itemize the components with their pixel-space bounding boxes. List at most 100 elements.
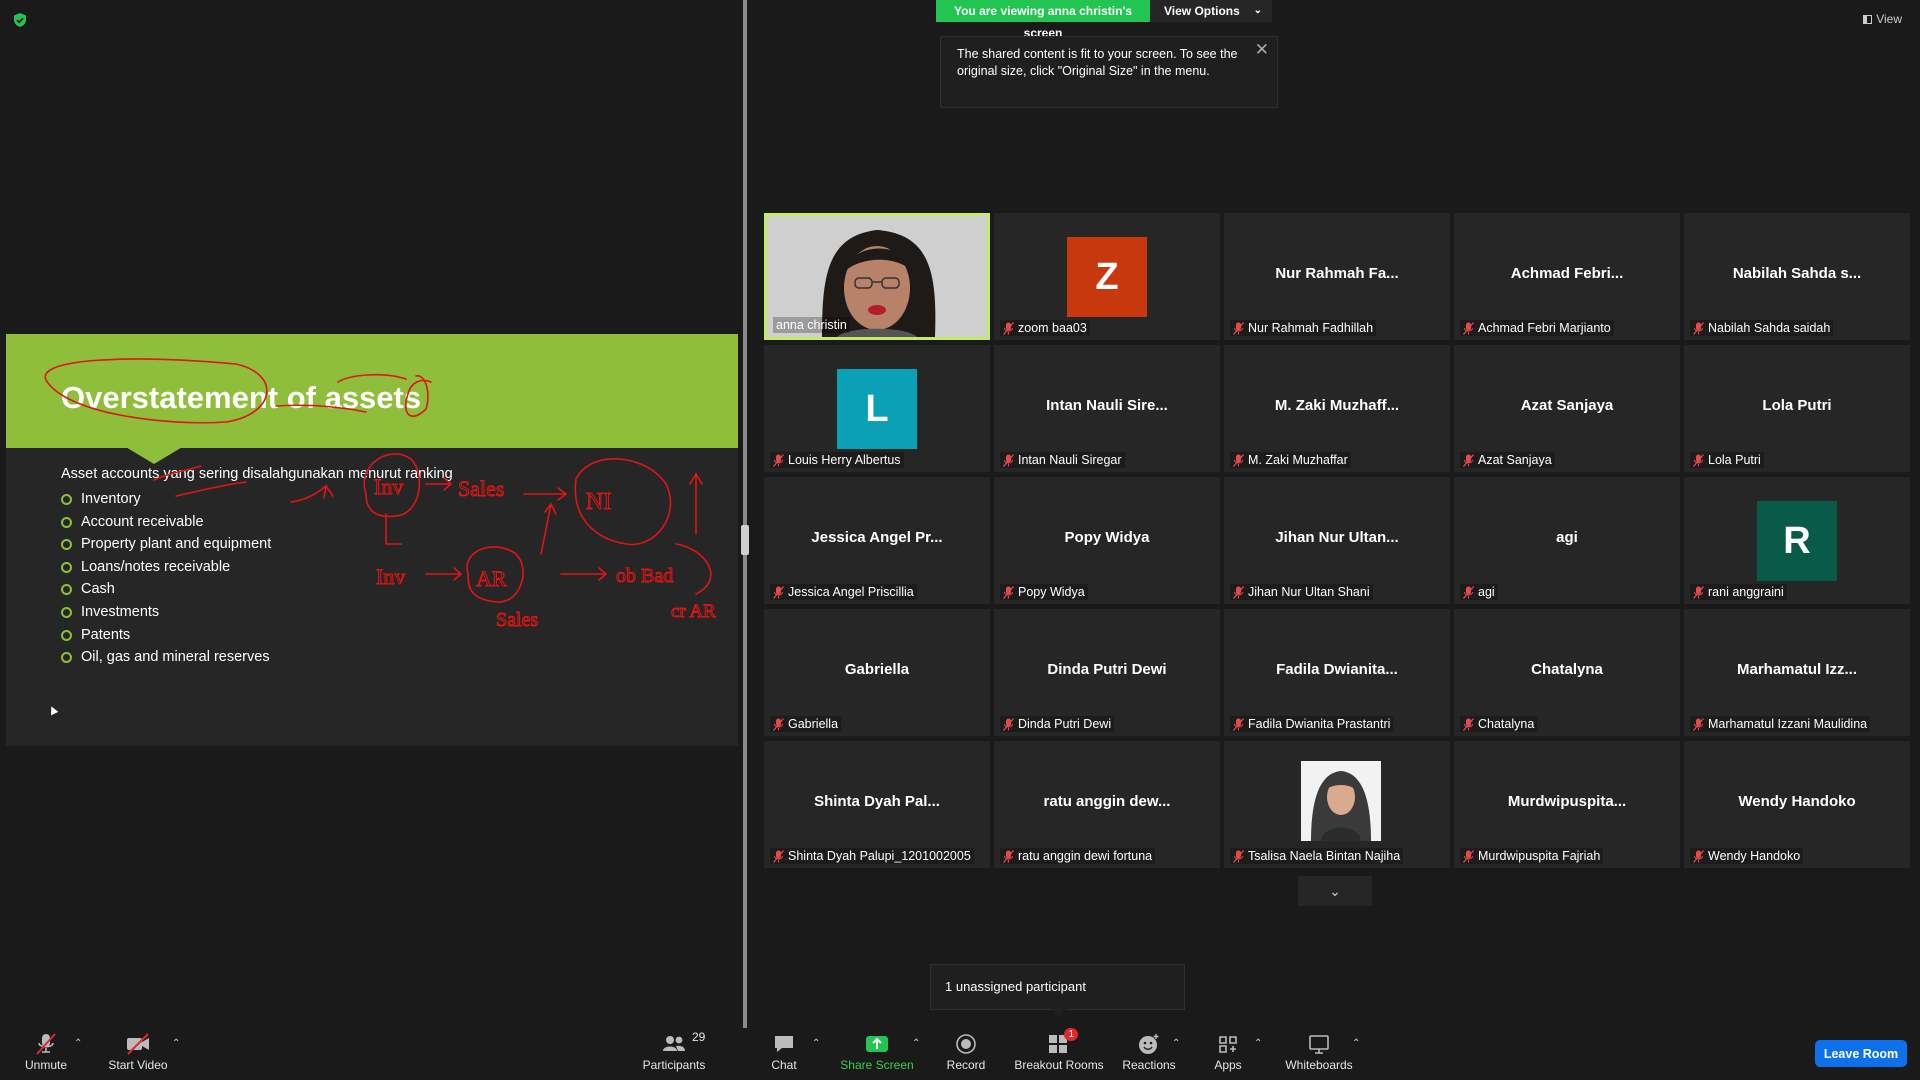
view-options-button[interactable]: View Options ⌄ — [1150, 0, 1272, 22]
participant-tile[interactable]: Dinda Putri Dewi Dinda Putri Dewi — [994, 609, 1220, 736]
split-divider[interactable] — [743, 0, 747, 1028]
participant-full-name: zoom baa03 — [1018, 321, 1087, 335]
bullet-circle-icon — [61, 539, 72, 551]
participant-tile[interactable]: Gabriella Gabriella — [764, 609, 990, 736]
microphone-muted-icon — [1693, 321, 1704, 335]
start-video-button[interactable]: Start Video — [104, 1030, 172, 1080]
participant-display-name: Murdwipuspita... — [1507, 793, 1627, 810]
shared-screen: Overstatement of assets Asset accounts y… — [0, 0, 743, 1030]
participant-tile[interactable]: Azat Sanjaya Azat Sanjaya — [1454, 345, 1680, 472]
chat-button[interactable]: Chat — [764, 1030, 804, 1080]
participant-tile[interactable]: Lola Putri Lola Putri — [1684, 345, 1910, 472]
participant-tile[interactable]: Marhamatul Izz... Marhamatul Izzani Mauli… — [1684, 609, 1910, 736]
microphone-muted-icon — [36, 1033, 56, 1055]
participant-tile[interactable]: Shinta Dyah Pal... Shinta Dyah Palupi_120… — [764, 741, 990, 868]
participant-tile[interactable]: Nur Rahmah Fa... Nur Rahmah Fadhillah — [1224, 213, 1450, 340]
microphone-muted-icon — [1693, 717, 1704, 731]
breakout-rooms-button[interactable]: 1 Breakout Rooms — [1012, 1028, 1106, 1080]
participant-name-label: zoom baa03 — [1000, 320, 1090, 336]
reactions-options-caret-icon[interactable]: ⌃ — [1172, 1038, 1180, 1049]
participant-full-name: agi — [1478, 585, 1495, 599]
participant-tile[interactable]: anna christin — [764, 213, 990, 340]
bullet-text: Property plant and equipment — [81, 536, 272, 553]
video-options-caret-icon[interactable]: ⌃ — [172, 1038, 180, 1049]
share-screen-button[interactable]: Share Screen — [840, 1030, 914, 1080]
whiteboards-options-caret-icon[interactable]: ⌃ — [1352, 1038, 1360, 1049]
microphone-muted-icon — [773, 717, 784, 731]
participants-button[interactable]: 29 Participants — [640, 1030, 708, 1080]
close-icon[interactable]: ✕ — [1255, 41, 1269, 58]
slide-header-notch — [124, 446, 184, 464]
slide-bullet-list: Inventory Account receivable Property plan… — [61, 488, 271, 669]
leave-room-button[interactable]: Leave Room — [1815, 1040, 1907, 1067]
presentation-slide: Overstatement of assets Asset accounts y… — [6, 334, 738, 746]
participant-full-name: Shinta Dyah Palupi_1201002005 — [788, 849, 971, 863]
reactions-button[interactable]: Reactions — [1120, 1030, 1178, 1080]
participant-display-name: Popy Widya — [1064, 529, 1150, 546]
participant-tile[interactable]: M. Zaki Muzhaff... M. Zaki Muzhaffar — [1224, 345, 1450, 472]
chat-icon — [775, 1036, 793, 1052]
participant-name-label: Wendy Handoko — [1690, 848, 1804, 864]
apps-button[interactable]: Apps — [1208, 1030, 1248, 1080]
participant-tile[interactable]: Murdwipuspita... Murdwipuspita Fajriah — [1454, 741, 1680, 868]
participant-tile[interactable]: Chatalyna Chatalyna — [1454, 609, 1680, 736]
participant-tile[interactable]: ratu anggin dew... ratu anggin dewi fortu… — [994, 741, 1220, 868]
split-divider-handle[interactable] — [741, 525, 749, 555]
view-button[interactable]: View — [1863, 12, 1902, 26]
chat-options-caret-icon[interactable]: ⌃ — [812, 1038, 820, 1049]
microphone-muted-icon — [773, 585, 784, 599]
participant-tile[interactable]: Fadila Dwianita... Fadila Dwianita Prasta… — [1224, 609, 1450, 736]
microphone-muted-icon — [773, 453, 784, 467]
audio-options-caret-icon[interactable]: ⌃ — [74, 1038, 82, 1049]
participant-name-label: Dinda Putri Dewi — [1000, 716, 1115, 732]
reactions-smiley-icon — [1139, 1034, 1159, 1054]
participant-tile[interactable]: Tsalisa Naela Bintan Najiha — [1224, 741, 1450, 868]
bullet-circle-icon — [61, 629, 72, 641]
participant-display-name: agi — [1556, 529, 1578, 546]
avatar: Z — [1067, 237, 1147, 317]
slide-bullet-item: Inventory — [61, 488, 271, 511]
participant-full-name: Fadila Dwianita Prastantri — [1248, 717, 1391, 731]
participant-tile[interactable]: Zzoom baa03 — [994, 213, 1220, 340]
bullet-circle-icon — [61, 494, 72, 505]
participant-tile[interactable]: Jessica Angel Pr... Jessica Angel Priscil… — [764, 477, 990, 604]
participant-tile[interactable]: Rrani anggraini — [1684, 477, 1910, 604]
participant-tile[interactable]: agi agi — [1454, 477, 1680, 604]
viewing-screen-label: You are viewing anna christin's screen — [936, 0, 1150, 40]
participant-tile[interactable]: Achmad Febri... Achmad Febri Marjianto — [1454, 213, 1680, 340]
share-options-caret-icon[interactable]: ⌃ — [912, 1038, 920, 1049]
participant-tile[interactable]: Intan Nauli Sire... Intan Nauli Siregar — [994, 345, 1220, 472]
participant-name-label: Gabriella — [770, 716, 842, 732]
apps-options-caret-icon[interactable]: ⌃ — [1254, 1038, 1262, 1049]
bullet-text: Cash — [81, 581, 115, 598]
participant-full-name: Lola Putri — [1708, 453, 1761, 467]
reactions-label: Reactions — [1122, 1058, 1176, 1072]
participant-tile[interactable]: L Louis Herry Albertus — [764, 345, 990, 472]
participant-tile[interactable]: Popy Widya Popy Widya — [994, 477, 1220, 604]
participant-full-name: Wendy Handoko — [1708, 849, 1801, 863]
tooltip-text: The shared content is fit to your screen… — [957, 47, 1238, 78]
slide-bullet-item: Patents — [61, 624, 271, 647]
unassigned-participant-tooltip: 1 unassigned participant — [930, 964, 1185, 1017]
participant-name-label: rani anggraini — [1690, 584, 1787, 600]
participants-label: Participants — [642, 1058, 706, 1072]
participant-tile[interactable]: Nabilah Sahda s... Nabilah Sahda saidah — [1684, 213, 1910, 340]
participant-display-name: Shinta Dyah Pal... — [814, 793, 940, 810]
whiteboards-button[interactable]: Whiteboards — [1280, 1030, 1358, 1080]
grid-view-icon — [1863, 14, 1873, 24]
record-button[interactable]: Record — [942, 1030, 990, 1080]
participant-display-name: Marhamatul Izz... — [1736, 661, 1858, 678]
slide-bullet-item: Account receivable — [61, 511, 271, 534]
participant-name-label: Jihan Nur Ultan Shani — [1230, 584, 1373, 600]
svg-text:Sales: Sales — [458, 476, 504, 501]
microphone-muted-icon — [1463, 321, 1474, 335]
slide-intro: Asset accounts yang sering disalahgunaka… — [61, 466, 453, 482]
participant-tile[interactable]: Wendy Handoko Wendy Handoko — [1684, 741, 1910, 868]
participant-name-label: Chatalyna — [1460, 716, 1538, 732]
participant-tile[interactable]: Jihan Nur Ultan... Jihan Nur Ultan Shani — [1224, 477, 1450, 604]
bullet-circle-icon — [61, 584, 72, 596]
gallery-next-page-button[interactable]: ⌄ — [1298, 876, 1372, 906]
unmute-button[interactable]: Unmute — [18, 1030, 74, 1080]
participant-name-label: Shinta Dyah Palupi_1201002005 — [770, 848, 974, 864]
whiteboards-label: Whiteboards — [1285, 1058, 1353, 1072]
